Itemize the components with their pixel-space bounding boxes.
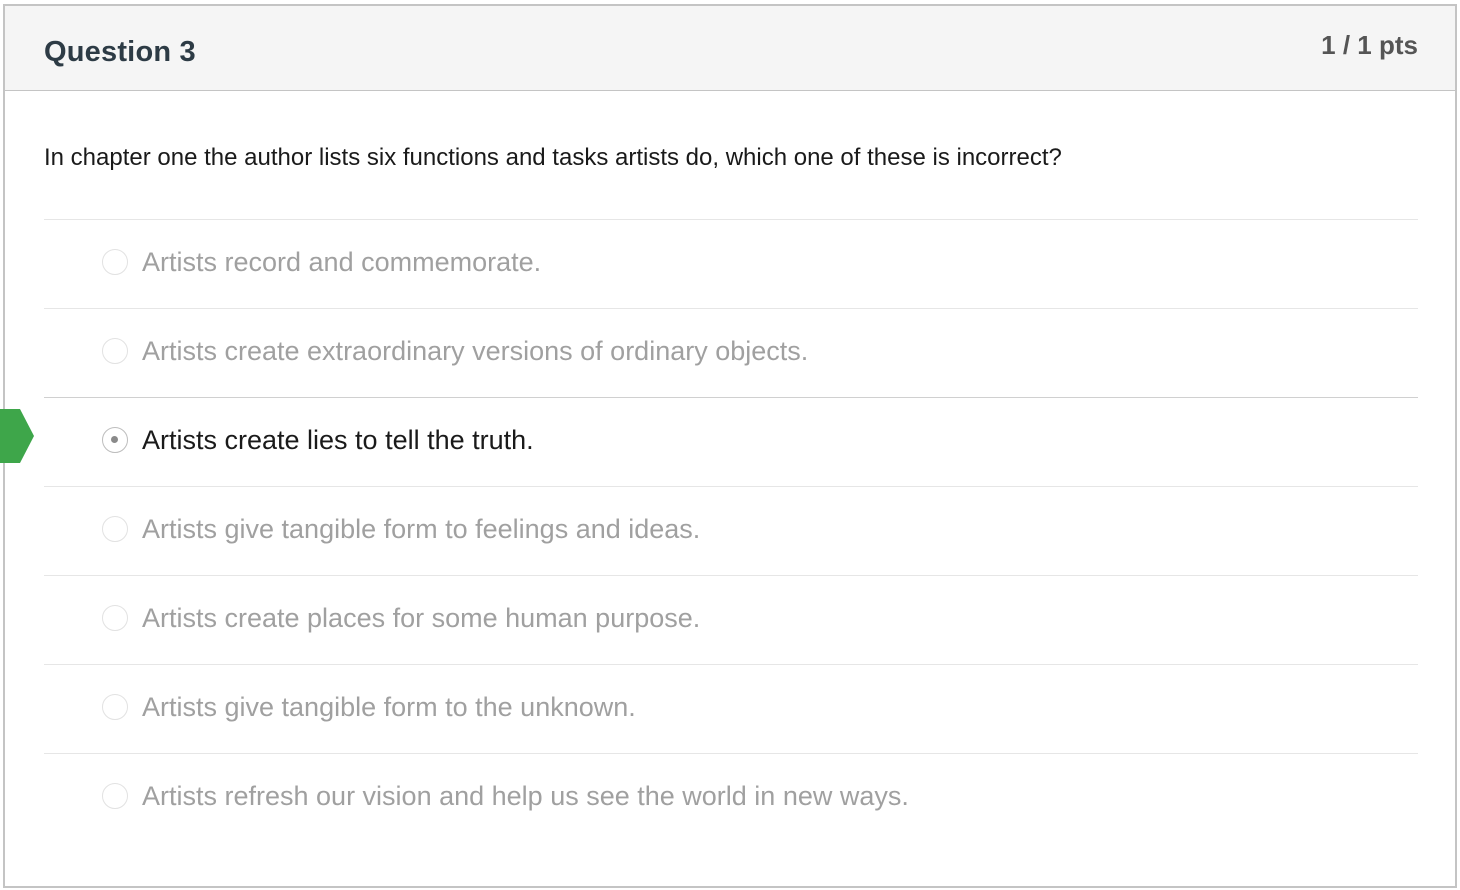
answer-label: Artists create lies to tell the truth.	[142, 425, 534, 455]
radio-button-selected-icon[interactable]	[102, 427, 128, 453]
correct-answer-arrow-icon	[0, 409, 34, 463]
answer-label: Artists give tangible form to feelings a…	[142, 514, 701, 544]
question-text: In chapter one the author lists six func…	[44, 144, 1062, 171]
question-title: Question 3	[44, 36, 196, 68]
radio-button-icon[interactable]	[102, 516, 128, 542]
answer-label: Artists refresh our vision and help us s…	[142, 781, 909, 811]
answer-option-6[interactable]: Artists give tangible form to the unknow…	[44, 664, 1418, 753]
radio-button-icon[interactable]	[102, 249, 128, 275]
answer-label: Artists give tangible form to the unknow…	[142, 692, 636, 722]
radio-button-icon[interactable]	[102, 605, 128, 631]
answer-option-5[interactable]: Artists create places for some human pur…	[44, 575, 1418, 664]
question-points: 1 / 1 pts	[1321, 30, 1418, 60]
answer-label: Artists record and commemorate.	[142, 247, 542, 277]
answer-list: Artists record and commemorate. Artists …	[44, 219, 1418, 842]
answer-option-4[interactable]: Artists give tangible form to feelings a…	[44, 486, 1418, 575]
answer-option-3[interactable]: Artists create lies to tell the truth.	[44, 397, 1418, 486]
answer-option-7[interactable]: Artists refresh our vision and help us s…	[44, 753, 1418, 842]
answer-label: Artists create extraordinary versions of…	[142, 336, 809, 366]
question-card: Question 3 1 / 1 pts In chapter one the …	[3, 4, 1457, 888]
radio-button-icon[interactable]	[102, 783, 128, 809]
answer-label: Artists create places for some human pur…	[142, 603, 701, 633]
radio-button-icon[interactable]	[102, 338, 128, 364]
question-header: Question 3 1 / 1 pts	[5, 6, 1455, 91]
radio-button-icon[interactable]	[102, 694, 128, 720]
answer-option-2[interactable]: Artists create extraordinary versions of…	[44, 308, 1418, 397]
answer-option-1[interactable]: Artists record and commemorate.	[44, 219, 1418, 308]
